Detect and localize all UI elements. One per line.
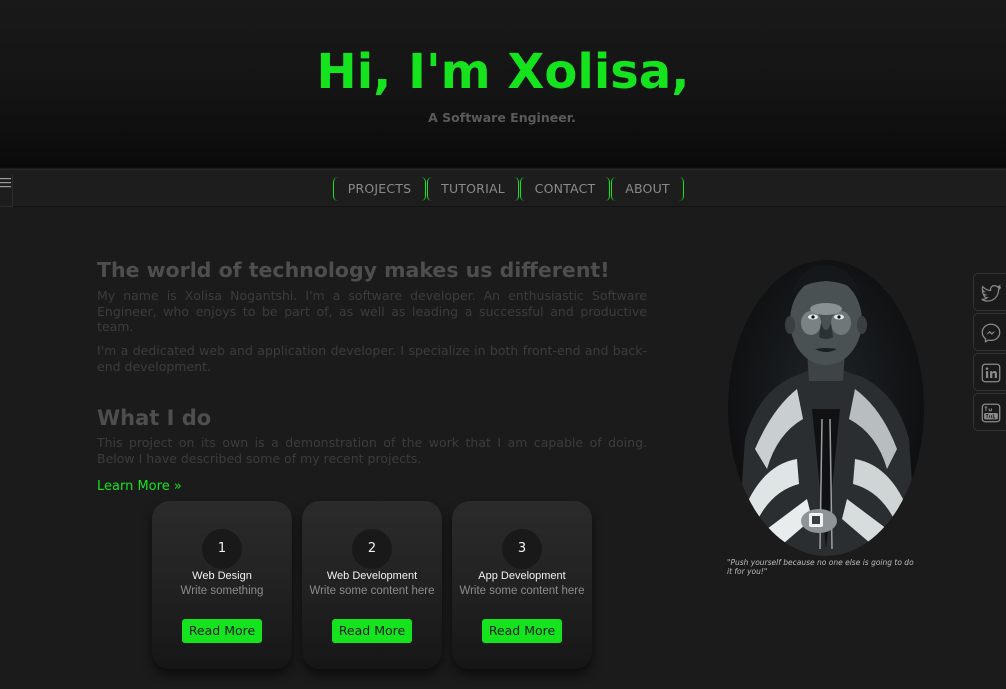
youtube-icon <box>981 403 1001 423</box>
messenger-icon <box>981 323 1001 343</box>
read-more-button[interactable]: Read More <box>482 619 562 643</box>
what-i-do-heading: What I do <box>97 406 212 430</box>
service-card-web-development: 2 Web Development Write some content her… <box>302 501 442 669</box>
linkedin-icon <box>981 363 1001 383</box>
linkedin-link[interactable] <box>973 353 1006 391</box>
card-number-badge: 2 <box>352 529 392 569</box>
nav-link-contact[interactable]: CONTACT <box>520 177 610 201</box>
card-text: Write some content here <box>459 585 585 597</box>
social-sidebar <box>973 273 1006 433</box>
portrait-photo <box>728 260 924 556</box>
nav-link-about[interactable]: ABOUT <box>611 177 684 201</box>
read-more-button[interactable]: Read More <box>332 619 412 643</box>
hero-subtitle: A Software Engineer. <box>428 110 576 125</box>
card-number-badge: 3 <box>502 529 542 569</box>
service-card-web-design: 1 Web Design Write something Read More <box>152 501 292 669</box>
card-title: Web Design <box>192 570 252 582</box>
messenger-link[interactable] <box>973 313 1006 351</box>
menu-toggle-button[interactable] <box>0 175 13 207</box>
service-card-app-development: 3 App Development Write some content her… <box>452 501 592 669</box>
card-text: Write something <box>180 585 264 597</box>
intro-paragraph: My name is Xolisa Nogantshi. I'm a softw… <box>97 288 647 335</box>
nav-link-tutorial[interactable]: TUTORIAL <box>427 177 519 201</box>
nav-bar: PROJECTS TUTORIAL CONTACT ABOUT <box>0 169 1006 207</box>
hero-header: Hi, I'm Xolisa, A Software Engineer. <box>0 0 1006 168</box>
page: Hi, I'm Xolisa, A Software Engineer. PRO… <box>0 0 1006 689</box>
youtube-link[interactable] <box>973 393 1006 431</box>
card-text: Write some content here <box>309 585 435 597</box>
nav-link-projects[interactable]: PROJECTS <box>333 177 426 201</box>
card-title: App Development <box>478 570 566 582</box>
intro-heading: The world of technology makes us differe… <box>97 258 610 282</box>
what-i-do-paragraph: This project on its own is a demonstrati… <box>97 435 647 466</box>
twitter-link[interactable] <box>973 273 1006 311</box>
learn-more-link[interactable]: Learn More » <box>97 478 182 496</box>
hero-title: Hi, I'm Xolisa, <box>316 44 690 100</box>
card-number-badge: 1 <box>202 529 242 569</box>
intro-paragraph: I'm a dedicated web and application deve… <box>97 343 647 374</box>
card-title: Web Development <box>326 570 418 582</box>
read-more-button[interactable]: Read More <box>182 619 262 643</box>
hamburger-icon <box>0 178 11 188</box>
portrait-quote: "Push yourself because no one else is go… <box>727 558 914 576</box>
twitter-icon <box>981 284 1002 302</box>
